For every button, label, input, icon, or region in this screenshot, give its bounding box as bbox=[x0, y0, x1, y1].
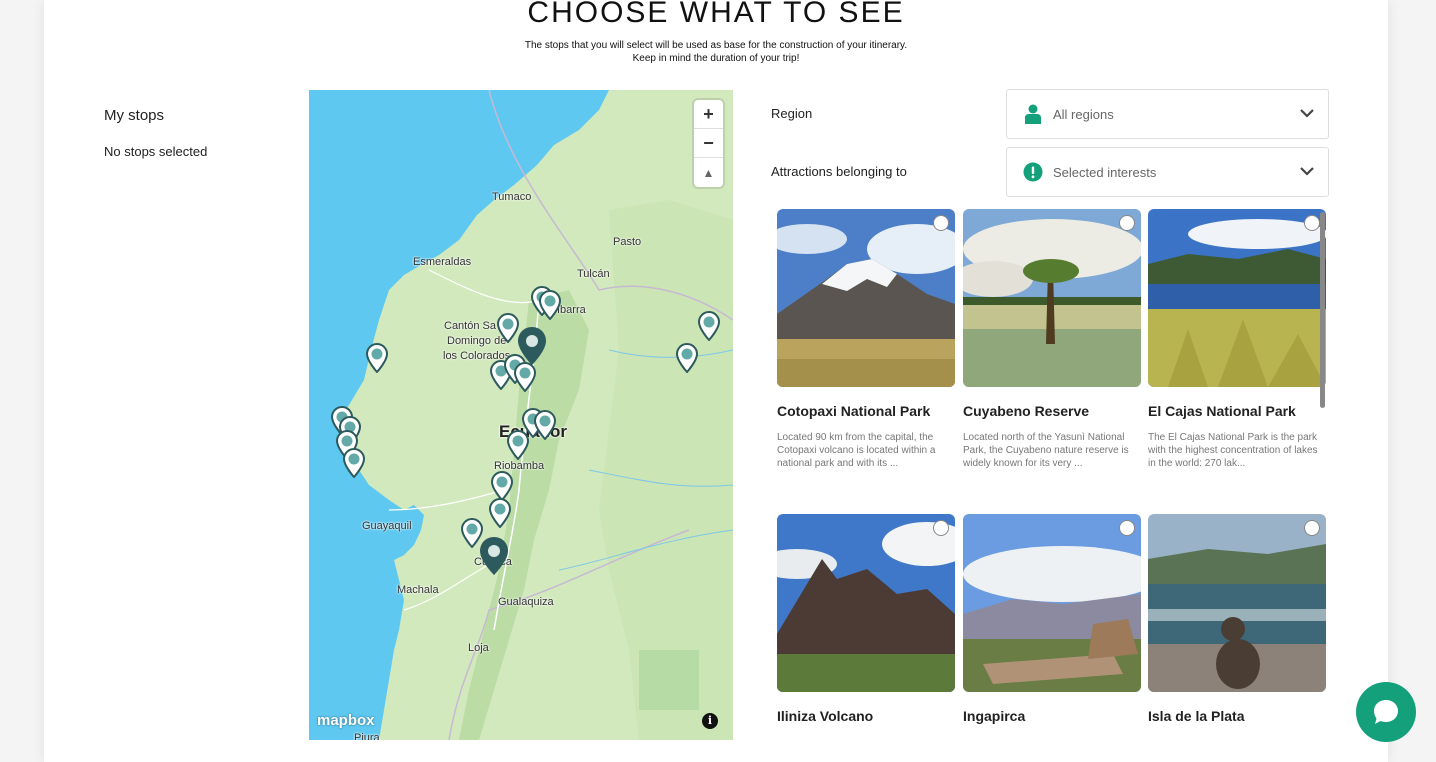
attraction-name: Iliniza Volcano bbox=[777, 708, 874, 724]
map-pin-icon[interactable] bbox=[342, 447, 366, 479]
select-radio[interactable] bbox=[933, 520, 949, 536]
map-controls: + − ▲ bbox=[694, 100, 723, 187]
map-pin-icon[interactable] bbox=[533, 409, 557, 441]
my-stops-empty-text: No stops selected bbox=[104, 144, 208, 159]
attraction-name: Cotopaxi National Park bbox=[777, 403, 931, 419]
map-pin-icon[interactable] bbox=[506, 429, 530, 461]
attraction-card[interactable]: Cotopaxi National Park Located 90 km fro… bbox=[777, 209, 955, 470]
attraction-name: El Cajas National Park bbox=[1148, 403, 1296, 419]
map-label-esmeraldas: Esmeraldas bbox=[413, 256, 472, 268]
map-label-tumaco: Tumaco bbox=[492, 191, 532, 203]
region-label: Region bbox=[771, 106, 813, 121]
attractions-select-value: Selected interests bbox=[1053, 164, 1157, 180]
attraction-name: Ingapirca bbox=[963, 708, 1026, 724]
page-title: CHOOSE WHAT TO SEE bbox=[527, 0, 905, 29]
attraction-description: The El Cajas National Park is the park w… bbox=[1148, 432, 1318, 469]
attraction-image bbox=[777, 514, 955, 692]
zoom-out-button[interactable]: − bbox=[694, 129, 723, 158]
attractions-label: Attractions belonging to bbox=[771, 164, 907, 179]
attraction-image bbox=[1148, 514, 1326, 692]
attractions-select[interactable]: Selected interests bbox=[1006, 147, 1329, 197]
attraction-name: Isla de la Plata bbox=[1148, 708, 1245, 724]
map-pin-selected-icon[interactable] bbox=[479, 536, 509, 576]
attraction-image bbox=[1148, 209, 1326, 387]
map-pin-icon[interactable] bbox=[513, 361, 537, 393]
map-label-machala: Machala bbox=[397, 584, 439, 596]
select-radio[interactable] bbox=[933, 215, 949, 231]
map-pin-icon[interactable] bbox=[697, 310, 721, 342]
map[interactable]: Tumaco Pasto Esmeraldas Tulcán Ibarra Ca… bbox=[309, 90, 733, 740]
map-pin-icon[interactable] bbox=[675, 342, 699, 374]
chat-button[interactable] bbox=[1356, 682, 1416, 742]
map-label-guayaquil: Guayaquil bbox=[362, 520, 412, 532]
map-label-ibarra: Ibarra bbox=[557, 304, 586, 316]
attraction-card[interactable]: El Cajas National Park The El Cajas Nati… bbox=[1148, 209, 1326, 470]
page-subtitle-line2: Keep in mind the duration of your trip! bbox=[632, 53, 800, 64]
map-terrain bbox=[309, 90, 733, 740]
attraction-image bbox=[963, 209, 1141, 387]
compass-button[interactable]: ▲ bbox=[694, 158, 723, 187]
chat-bubble-icon bbox=[1374, 700, 1398, 724]
region-select[interactable]: All regions bbox=[1006, 89, 1329, 139]
mapbox-logo[interactable]: mapbox bbox=[317, 712, 375, 729]
page-subtitle-line1: The stops that you will select will be u… bbox=[524, 40, 908, 51]
grid-scrollbar[interactable] bbox=[1320, 212, 1325, 408]
map-label-pasto: Pasto bbox=[613, 236, 642, 248]
map-label-santo-domingo-1: Cantón Sa bbox=[444, 320, 496, 332]
attraction-name: Cuyabeno Reserve bbox=[963, 403, 1090, 419]
chevron-down-icon bbox=[1300, 105, 1314, 123]
zoom-in-button[interactable]: + bbox=[694, 100, 723, 129]
map-label-tulcan: Tulcán bbox=[577, 268, 610, 280]
select-radio[interactable] bbox=[1119, 215, 1135, 231]
map-pin-icon[interactable] bbox=[496, 312, 520, 344]
map-label-loja: Loja bbox=[468, 642, 489, 654]
exclamation-icon bbox=[1023, 162, 1043, 182]
my-stops-title: My stops bbox=[104, 107, 165, 124]
attraction-card[interactable]: Isla de la Plata bbox=[1148, 514, 1326, 726]
attraction-card[interactable]: Cuyabeno Reserve Located north of the Ya… bbox=[963, 209, 1141, 470]
select-radio[interactable] bbox=[1304, 520, 1320, 536]
attraction-description: Located north of the Yasunì National Par… bbox=[963, 432, 1129, 469]
map-label-gualaquiza: Gualaquiza bbox=[498, 596, 554, 608]
map-pin-icon[interactable] bbox=[488, 497, 512, 529]
attraction-image bbox=[777, 209, 955, 387]
region-select-value: All regions bbox=[1053, 106, 1114, 122]
map-pin-selected-icon[interactable] bbox=[517, 326, 547, 366]
attraction-card[interactable]: Iliniza Volcano bbox=[777, 514, 955, 726]
map-pin-icon[interactable] bbox=[490, 470, 514, 502]
attraction-image bbox=[963, 514, 1141, 692]
map-label-piura: Piura bbox=[354, 732, 380, 740]
map-pin-icon[interactable] bbox=[365, 342, 389, 374]
attraction-description: Located 90 km from the capital, the Coto… bbox=[777, 432, 936, 469]
select-radio[interactable] bbox=[1304, 215, 1320, 231]
attractions-grid: Cotopaxi National Park Located 90 km fro… bbox=[777, 209, 1329, 762]
select-radio[interactable] bbox=[1119, 520, 1135, 536]
person-icon bbox=[1023, 104, 1043, 124]
map-pin-icon[interactable] bbox=[538, 289, 562, 321]
chevron-down-icon bbox=[1300, 163, 1314, 181]
attraction-card[interactable]: Ingapirca bbox=[963, 514, 1141, 726]
attribution-info-icon[interactable]: i bbox=[702, 713, 718, 729]
